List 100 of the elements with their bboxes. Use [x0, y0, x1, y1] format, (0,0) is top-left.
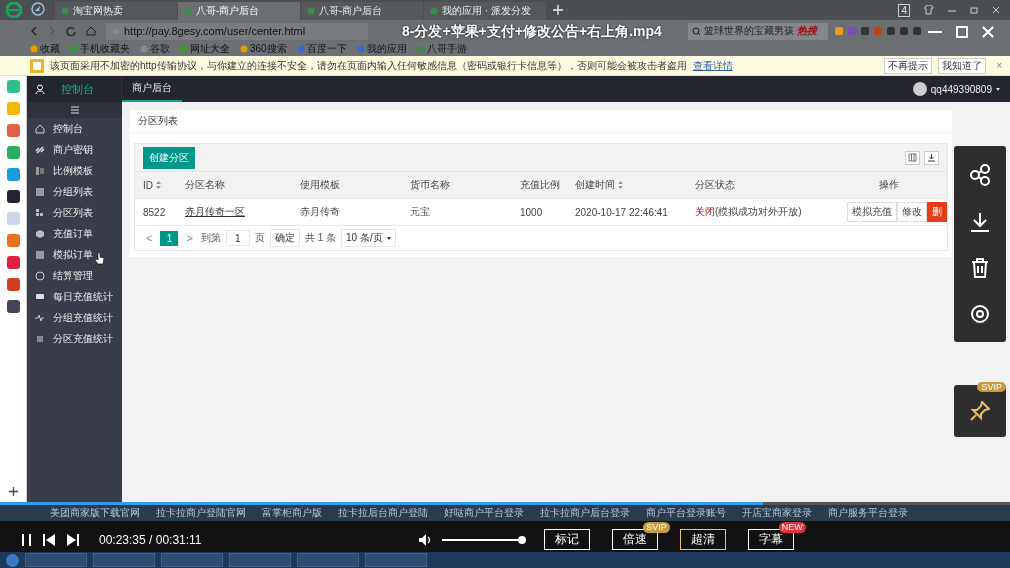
close-icon[interactable]: [992, 6, 1000, 14]
bookmark-link[interactable]: 商户服务平台登录: [828, 506, 908, 520]
volume-thumb[interactable]: [517, 535, 526, 544]
menu-item-icon: [35, 291, 45, 302]
badge: NEW: [778, 522, 806, 533]
action-button[interactable]: 修改: [897, 202, 927, 222]
page-size-select[interactable]: 10 条/页: [341, 229, 396, 247]
action-button[interactable]: 模拟充值: [847, 202, 897, 222]
player-button[interactable]: 标记: [543, 529, 590, 550]
back-icon[interactable]: [30, 26, 38, 36]
bookmark-link[interactable]: 360搜索: [240, 42, 287, 56]
sidebar-item[interactable]: 充值订单: [27, 223, 122, 244]
tab-count-badge[interactable]: 4: [898, 3, 910, 17]
reload-icon[interactable]: [66, 26, 76, 36]
pin-icon[interactable]: [970, 401, 990, 421]
browser-tab[interactable]: 淘宝网热卖: [55, 2, 177, 20]
bookmark-link[interactable]: 好哒商户平台登录: [444, 506, 524, 520]
ring-icon[interactable]: [970, 304, 990, 324]
column-header[interactable]: 创建时间: [575, 178, 615, 192]
address-field[interactable]: http://pay.8gesy.com/user/center.html: [106, 22, 368, 40]
bookmark-link[interactable]: 手机收藏夹: [70, 42, 130, 56]
next-icon[interactable]: [66, 532, 79, 547]
pause-icon[interactable]: [20, 532, 33, 547]
sidebar-item[interactable]: 模拟订单: [27, 244, 122, 265]
sidebar-item[interactable]: 控制台: [27, 118, 122, 139]
sidebar-item[interactable]: 分组列表: [27, 181, 122, 202]
bookmark-link[interactable]: 八哥手游: [416, 42, 467, 56]
delete-button[interactable]: 删: [927, 202, 947, 222]
browser-tab[interactable]: 八哥-商户后台: [178, 2, 300, 20]
browser-tab[interactable]: 八哥-商户后台: [301, 2, 423, 20]
menu-item-icon: [35, 144, 45, 155]
bookmark-link[interactable]: 拉卡拉商户登陆官网: [156, 506, 246, 520]
create-button[interactable]: 创建分区: [143, 146, 195, 169]
new-tab-icon[interactable]: [553, 5, 563, 15]
sidebar-item[interactable]: 比例模板: [27, 160, 122, 181]
search-placeholder: 篮球世界的宝藏男孩: [704, 24, 794, 38]
trash-icon[interactable]: [971, 258, 989, 278]
maximize-icon[interactable]: [956, 26, 968, 38]
menu-item-icon: [35, 165, 45, 176]
table-cell-text: 元宝: [409, 205, 431, 219]
bookmark-link[interactable]: 收藏: [30, 42, 60, 56]
details-link[interactable]: 查看详情: [692, 58, 733, 73]
sidebar-item[interactable]: 分组充值统计: [27, 307, 122, 328]
page-button[interactable]: 1: [160, 230, 179, 246]
bookmark-link[interactable]: 富掌柜商户版: [262, 506, 322, 520]
bookmark-link[interactable]: 拉卡拉商户后台登录: [540, 506, 630, 520]
column-header: 操作: [878, 178, 899, 192]
start-button[interactable]: [6, 553, 19, 567]
previous-icon[interactable]: [43, 532, 56, 547]
sidebar-item[interactable]: 商户密钥: [27, 139, 122, 160]
column-header[interactable]: ID: [143, 179, 153, 191]
confirm-button[interactable]: 确定: [269, 229, 300, 247]
name-link[interactable]: 赤月传奇一区: [177, 205, 292, 219]
volume-icon[interactable]: [417, 532, 432, 547]
home-icon[interactable]: [86, 26, 96, 36]
header-tab[interactable]: 商户后台: [122, 76, 182, 102]
prev-page-button[interactable]: <: [143, 232, 156, 244]
bookmark-link[interactable]: 谷歌: [140, 42, 170, 56]
menu-item-icon: [35, 312, 45, 323]
shirt-icon[interactable]: [924, 5, 934, 15]
columns-button[interactable]: [905, 150, 920, 165]
navigation-icon[interactable]: [31, 2, 45, 16]
player-button[interactable]: 超清: [679, 529, 726, 550]
notice-button[interactable]: 我知道了: [938, 57, 987, 74]
progress-track[interactable]: [0, 502, 1010, 505]
goto-label: 到第: [200, 231, 221, 245]
url-text: http://pay.8gesy.com/user/center.html: [124, 25, 306, 37]
user-icon[interactable]: [35, 83, 45, 95]
bookmark-icon: [240, 45, 248, 53]
download-icon[interactable]: [970, 212, 990, 232]
sidebar-item[interactable]: 分区充值统计: [27, 328, 122, 349]
notice-button[interactable]: 不再提示: [884, 57, 933, 74]
bookmark-link[interactable]: 我的应用: [356, 42, 407, 56]
sort-icon[interactable]: [618, 181, 623, 189]
app-shortcut-icon[interactable]: [6, 190, 20, 203]
bookmark-link[interactable]: 网址大全: [180, 42, 230, 56]
sort-icon[interactable]: [156, 181, 161, 189]
restore-icon[interactable]: [970, 6, 978, 14]
sidebar-item[interactable]: 结算管理: [27, 265, 122, 286]
bookmark-link[interactable]: 开店宝商家登录: [742, 506, 812, 520]
export-button[interactable]: [924, 150, 939, 165]
column-header: 货币名称: [410, 178, 450, 192]
sidebar-item[interactable]: 分区列表: [27, 202, 122, 223]
bookmark-link[interactable]: 商户平台登录账号: [646, 506, 726, 520]
page-input[interactable]: 1: [225, 230, 250, 246]
close-button[interactable]: ×: [996, 60, 1002, 71]
bookmark-link[interactable]: 拉卡拉后台商户登陆: [338, 506, 428, 520]
next-page-button[interactable]: >: [183, 232, 196, 244]
caret-icon[interactable]: [996, 87, 1000, 91]
bookmark-link[interactable]: 美团商家版下载官网: [50, 506, 140, 520]
search-icon: [692, 26, 701, 36]
browser-tab[interactable]: 我的应用 · 派发分发: [424, 2, 546, 20]
share-icon[interactable]: [970, 164, 990, 186]
brand-title[interactable]: 控制台: [61, 81, 94, 97]
app-shortcut-icon[interactable]: [6, 300, 20, 313]
search-field[interactable]: 篮球世界的宝藏男孩 热搜: [688, 22, 828, 40]
username[interactable]: qq449390809: [930, 83, 992, 95]
sidebar-item[interactable]: 每日充值统计: [27, 286, 122, 307]
bookmark-icon: [30, 45, 38, 53]
add-icon[interactable]: [8, 487, 18, 496]
